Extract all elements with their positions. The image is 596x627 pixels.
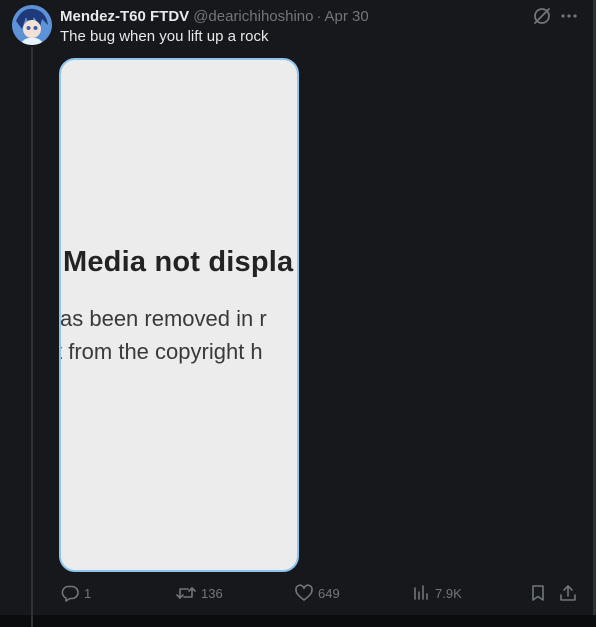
share-icon	[560, 585, 576, 601]
media-message-line: t from the copyright h	[59, 339, 263, 364]
tweet-actions: 1 136 649 7.9K	[0, 580, 596, 606]
user-handle[interactable]: @dearichihoshino	[193, 8, 313, 25]
retweet-icon	[176, 587, 196, 599]
tweet-date[interactable]: Apr 30	[325, 8, 369, 25]
thread-line	[31, 47, 33, 627]
tweet-page: Mendez-T60 FTDV @dearichihoshino · Apr 3…	[0, 0, 596, 627]
like-count: 649	[318, 585, 340, 601]
avatar-image	[12, 5, 52, 45]
grok-icon[interactable]	[531, 5, 553, 27]
tweet-header: Mendez-T60 FTDV @dearichihoshino · Apr 3…	[60, 6, 369, 26]
divider	[0, 615, 596, 627]
display-name[interactable]: Mendez-T60 FTDV	[60, 8, 189, 25]
bookmark-button[interactable]	[528, 580, 548, 606]
like-button[interactable]: 649	[294, 580, 340, 606]
avatar[interactable]	[12, 5, 52, 45]
retweet-count: 136	[201, 585, 223, 601]
reply-button[interactable]: 1	[60, 580, 91, 606]
media-title: Media not displa	[63, 246, 294, 278]
views-count: 7.9K	[435, 585, 462, 601]
reply-icon	[61, 585, 79, 602]
reply-count: 1	[84, 585, 92, 601]
media-message-line: as been removed in r	[60, 306, 267, 331]
share-button[interactable]	[558, 580, 578, 606]
views-button[interactable]: 7.9K	[411, 580, 462, 606]
heart-icon	[295, 584, 313, 601]
bookmark-icon	[532, 585, 544, 601]
retweet-button[interactable]: 136	[175, 580, 223, 606]
media-placeholder[interactable]: Media not displa as been removed in r t …	[59, 58, 299, 572]
more-icon[interactable]	[558, 5, 580, 27]
separator-dot: ·	[316, 7, 322, 25]
views-icon	[414, 585, 428, 600]
tweet-text: The bug when you lift up a rock	[60, 28, 269, 45]
